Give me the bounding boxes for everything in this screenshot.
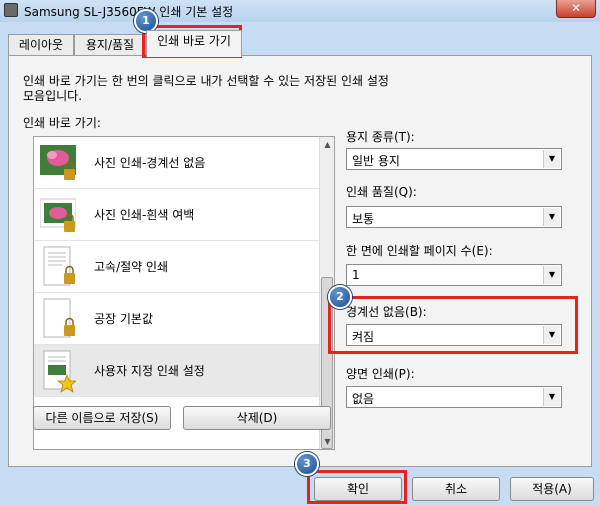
print-quality-value: 보통 [352,212,375,226]
cancel-button[interactable]: 취소 [412,477,500,501]
shortcut-label: 사용자 지정 인쇄 설정 [94,364,205,378]
chevron-down-icon[interactable]: ▼ [543,150,560,168]
highlight-box-borderless [328,296,578,354]
duplex-label: 양면 인쇄(P): [346,367,415,381]
pages-per-side-label: 한 면에 인쇄할 페이지 수(E): [346,244,493,258]
shortcut-list[interactable]: 사진 인쇄-경계선 없음 사진 인쇄-흰색 여백 고속/절약 인쇄 공장 기본값… [33,136,335,450]
chevron-down-icon[interactable]: ▼ [543,208,560,226]
highlight-box-ok [307,470,407,504]
shortcut-item-photo-borderless[interactable]: 사진 인쇄-경계선 없음 [34,137,319,189]
save-as-button[interactable]: 다른 이름으로 저장(S) [33,406,171,430]
shortcuts-list-label: 인쇄 바로 가기: [23,116,101,130]
close-button[interactable]: ✕ [556,0,596,18]
photo-lock-icon [40,145,76,180]
shortcut-label: 공장 기본값 [94,312,154,326]
shortcut-item-fast-economy[interactable]: 고속/절약 인쇄 [34,241,319,293]
scroll-down-icon[interactable]: ▼ [320,434,335,449]
tab-paper-quality[interactable]: 용지/품질 [74,34,146,56]
photo-lock-icon [40,198,76,232]
delete-button[interactable]: 삭제(D) [183,406,331,430]
shortcut-item-photo-white-margin[interactable]: 사진 인쇄-흰색 여백 [34,189,319,241]
callout-badge-3: 3 [295,452,319,476]
callout-badge-2: 2 [328,285,352,309]
tab-layout[interactable]: 레이아웃 [8,34,74,56]
shortcut-label: 사진 인쇄-흰색 여백 [94,208,195,222]
paper-type-label: 용지 종류(T): [346,130,415,144]
shortcuts-description: 인쇄 바로 가기는 한 번의 클릭으로 내가 선택할 수 있는 저장된 인쇄 설… [23,74,389,103]
duplex-value: 없음 [352,392,375,406]
printer-icon [4,3,18,17]
shortcuts-panel: 인쇄 바로 가기는 한 번의 클릭으로 내가 선택할 수 있는 저장된 인쇄 설… [8,55,592,467]
chevron-down-icon[interactable]: ▼ [543,266,560,284]
shortcut-label: 사진 인쇄-경계선 없음 [94,156,206,170]
chevron-down-icon[interactable]: ▼ [543,388,560,406]
window-title: Samsung SL-J3560FW 인쇄 기본 설정 [24,5,234,19]
title-bar: Samsung SL-J3560FW 인쇄 기본 설정 ✕ [0,0,600,22]
pages-per-side-select[interactable]: 1 ▼ [346,264,562,286]
duplex-select[interactable]: 없음 ▼ [346,386,562,408]
shortcut-item-factory-default[interactable]: 공장 기본값 [34,293,319,345]
scroll-up-icon[interactable]: ▲ [320,137,335,152]
apply-button[interactable]: 적용(A) [510,477,594,501]
pages-per-side-value: 1 [352,268,360,282]
document-star-icon [43,350,76,393]
paper-type-select[interactable]: 일반 용지 ▼ [346,148,562,170]
shortcut-label: 고속/절약 인쇄 [94,260,169,274]
document-lock-icon [43,246,75,286]
paper-type-value: 일반 용지 [352,154,400,168]
print-preferences-window: Samsung SL-J3560FW 인쇄 기본 설정 ✕ 레이아웃 용지/품질… [0,0,600,506]
shortcut-item-custom-settings[interactable]: 사용자 지정 인쇄 설정 [34,345,319,397]
print-quality-select[interactable]: 보통 ▼ [346,206,562,228]
print-quality-label: 인쇄 품질(Q): [346,185,417,199]
tab-print-shortcuts[interactable]: 인쇄 바로 가기 [146,30,242,57]
blank-page-lock-icon [43,298,75,338]
